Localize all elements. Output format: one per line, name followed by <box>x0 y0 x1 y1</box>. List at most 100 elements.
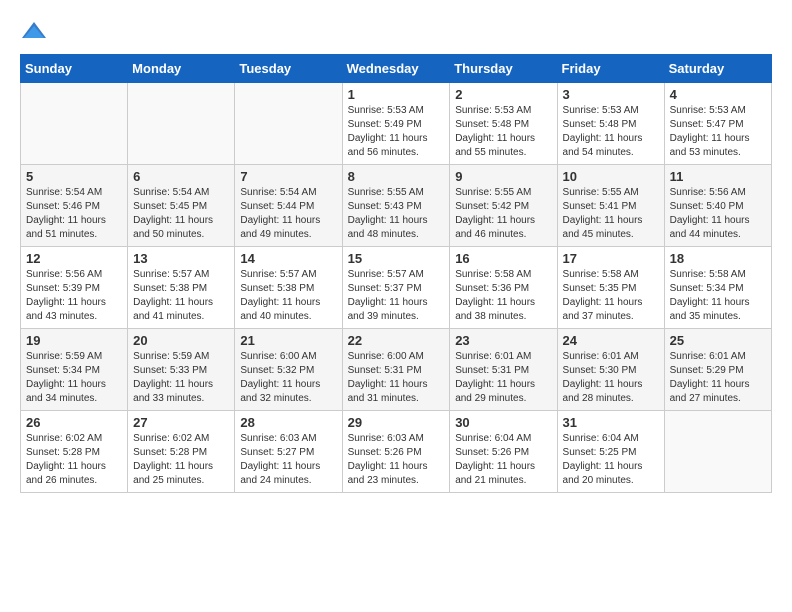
day-info: Sunrise: 6:02 AM Sunset: 5:28 PM Dayligh… <box>133 432 229 488</box>
calendar-cell: 14Sunrise: 5:57 AM Sunset: 5:38 PM Dayli… <box>235 247 342 329</box>
calendar-cell: 7Sunrise: 5:54 AM Sunset: 5:44 PM Daylig… <box>235 165 342 247</box>
calendar-week-row: 26 Sunrise: 6:02 AM Sunset: 5:28 PM Dayli… <box>21 411 772 493</box>
calendar-cell: 15 Sunrise: 5:57 AM Sunset: 5:37 PM Dayli… <box>342 247 450 329</box>
day-number: 15 <box>348 251 445 266</box>
calendar-week-row: 5 Sunrise: 5:54 AM Sunset: 5:46 PM Daylig… <box>21 165 772 247</box>
day-number: 31 <box>563 415 659 430</box>
calendar-cell: 29 Sunrise: 6:03 AM Sunset: 5:26 PM Dayli… <box>342 411 450 493</box>
calendar-cell <box>235 83 342 165</box>
day-number: 6 <box>133 169 229 184</box>
calendar-cell: 17Sunrise: 5:58 AM Sunset: 5:35 PM Dayli… <box>557 247 664 329</box>
day-number: 13 <box>133 251 229 266</box>
day-info: Sunrise: 6:02 AM Sunset: 5:28 PM Dayligh… <box>26 432 122 488</box>
day-number: 10 <box>563 169 659 184</box>
weekday-header: Friday <box>557 55 664 83</box>
day-info: Sunrise: 5:53 AM Sunset: 5:48 PM Dayligh… <box>455 104 551 160</box>
calendar-cell: 25 Sunrise: 6:01 AM Sunset: 5:29 PM Dayli… <box>664 329 771 411</box>
day-info: Sunrise: 5:57 AM Sunset: 5:37 PM Dayligh… <box>348 268 445 324</box>
calendar-cell: 9 Sunrise: 5:55 AM Sunset: 5:42 PM Daylig… <box>450 165 557 247</box>
day-number: 24 <box>563 333 659 348</box>
weekday-header-row: SundayMondayTuesdayWednesdayThursdayFrid… <box>21 55 772 83</box>
day-info: Sunrise: 5:59 AM Sunset: 5:33 PM Dayligh… <box>133 350 229 406</box>
day-info: Sunrise: 6:01 AM Sunset: 5:31 PM Dayligh… <box>455 350 551 406</box>
day-info: Sunrise: 5:54 AM Sunset: 5:46 PM Dayligh… <box>26 186 122 242</box>
day-number: 30 <box>455 415 551 430</box>
day-info: Sunrise: 5:55 AM Sunset: 5:42 PM Dayligh… <box>455 186 551 242</box>
calendar-cell <box>128 83 235 165</box>
day-info: Sunrise: 5:53 AM Sunset: 5:49 PM Dayligh… <box>348 104 445 160</box>
calendar-cell: 2 Sunrise: 5:53 AM Sunset: 5:48 PM Daylig… <box>450 83 557 165</box>
day-info: Sunrise: 5:55 AM Sunset: 5:43 PM Dayligh… <box>348 186 445 242</box>
day-number: 16 <box>455 251 551 266</box>
calendar-cell: 27 Sunrise: 6:02 AM Sunset: 5:28 PM Dayli… <box>128 411 235 493</box>
day-info: Sunrise: 6:01 AM Sunset: 5:29 PM Dayligh… <box>670 350 766 406</box>
day-number: 29 <box>348 415 445 430</box>
weekday-header: Wednesday <box>342 55 450 83</box>
day-number: 17 <box>563 251 659 266</box>
day-info: Sunrise: 6:03 AM Sunset: 5:26 PM Dayligh… <box>348 432 445 488</box>
day-info: Sunrise: 5:56 AM Sunset: 5:39 PM Dayligh… <box>26 268 122 324</box>
calendar-cell: 24Sunrise: 6:01 AM Sunset: 5:30 PM Dayli… <box>557 329 664 411</box>
calendar-cell: 6 Sunrise: 5:54 AM Sunset: 5:45 PM Daylig… <box>128 165 235 247</box>
weekday-header: Sunday <box>21 55 128 83</box>
calendar-cell: 31 Sunrise: 6:04 AM Sunset: 5:25 PM Dayli… <box>557 411 664 493</box>
day-number: 5 <box>26 169 122 184</box>
day-info: Sunrise: 6:00 AM Sunset: 5:32 PM Dayligh… <box>240 350 336 406</box>
day-number: 9 <box>455 169 551 184</box>
calendar-cell: 8 Sunrise: 5:55 AM Sunset: 5:43 PM Daylig… <box>342 165 450 247</box>
logo-icon <box>20 20 48 44</box>
day-number: 22 <box>348 333 445 348</box>
day-number: 14 <box>240 251 336 266</box>
logo <box>20 20 50 44</box>
day-number: 26 <box>26 415 122 430</box>
calendar-cell <box>21 83 128 165</box>
day-number: 18 <box>670 251 766 266</box>
calendar-cell: 1 Sunrise: 5:53 AM Sunset: 5:49 PM Daylig… <box>342 83 450 165</box>
day-number: 3 <box>563 87 659 102</box>
day-number: 23 <box>455 333 551 348</box>
day-number: 2 <box>455 87 551 102</box>
day-info: Sunrise: 6:04 AM Sunset: 5:26 PM Dayligh… <box>455 432 551 488</box>
calendar-cell: 10 Sunrise: 5:55 AM Sunset: 5:41 PM Dayli… <box>557 165 664 247</box>
day-info: Sunrise: 5:54 AM Sunset: 5:45 PM Dayligh… <box>133 186 229 242</box>
day-info: Sunrise: 5:55 AM Sunset: 5:41 PM Dayligh… <box>563 186 659 242</box>
weekday-header: Saturday <box>664 55 771 83</box>
calendar-cell: 18Sunrise: 5:58 AM Sunset: 5:34 PM Dayli… <box>664 247 771 329</box>
calendar-cell: 13Sunrise: 5:57 AM Sunset: 5:38 PM Dayli… <box>128 247 235 329</box>
calendar-cell: 30 Sunrise: 6:04 AM Sunset: 5:26 PM Dayli… <box>450 411 557 493</box>
day-number: 4 <box>670 87 766 102</box>
calendar-cell: 28Sunrise: 6:03 AM Sunset: 5:27 PM Dayli… <box>235 411 342 493</box>
weekday-header: Tuesday <box>235 55 342 83</box>
calendar-cell: 11 Sunrise: 5:56 AM Sunset: 5:40 PM Dayli… <box>664 165 771 247</box>
calendar-cell: 5 Sunrise: 5:54 AM Sunset: 5:46 PM Daylig… <box>21 165 128 247</box>
calendar-cell: 26 Sunrise: 6:02 AM Sunset: 5:28 PM Dayli… <box>21 411 128 493</box>
calendar-cell: 23 Sunrise: 6:01 AM Sunset: 5:31 PM Dayli… <box>450 329 557 411</box>
day-number: 28 <box>240 415 336 430</box>
calendar-week-row: 1 Sunrise: 5:53 AM Sunset: 5:49 PM Daylig… <box>21 83 772 165</box>
calendar-week-row: 19 Sunrise: 5:59 AM Sunset: 5:34 PM Dayli… <box>21 329 772 411</box>
calendar-cell: 19 Sunrise: 5:59 AM Sunset: 5:34 PM Dayli… <box>21 329 128 411</box>
day-info: Sunrise: 5:56 AM Sunset: 5:40 PM Dayligh… <box>670 186 766 242</box>
calendar-cell: 20Sunrise: 5:59 AM Sunset: 5:33 PM Dayli… <box>128 329 235 411</box>
day-number: 12 <box>26 251 122 266</box>
day-info: Sunrise: 5:53 AM Sunset: 5:48 PM Dayligh… <box>563 104 659 160</box>
calendar-cell: 22 Sunrise: 6:00 AM Sunset: 5:31 PM Dayli… <box>342 329 450 411</box>
day-info: Sunrise: 6:00 AM Sunset: 5:31 PM Dayligh… <box>348 350 445 406</box>
day-info: Sunrise: 6:04 AM Sunset: 5:25 PM Dayligh… <box>563 432 659 488</box>
page-header <box>20 20 772 44</box>
calendar-cell: 21Sunrise: 6:00 AM Sunset: 5:32 PM Dayli… <box>235 329 342 411</box>
calendar-cell: 16Sunrise: 5:58 AM Sunset: 5:36 PM Dayli… <box>450 247 557 329</box>
calendar-cell: 4Sunrise: 5:53 AM Sunset: 5:47 PM Daylig… <box>664 83 771 165</box>
day-info: Sunrise: 5:59 AM Sunset: 5:34 PM Dayligh… <box>26 350 122 406</box>
day-number: 19 <box>26 333 122 348</box>
day-number: 25 <box>670 333 766 348</box>
calendar-cell <box>664 411 771 493</box>
calendar-week-row: 12 Sunrise: 5:56 AM Sunset: 5:39 PM Dayli… <box>21 247 772 329</box>
calendar-cell: 12 Sunrise: 5:56 AM Sunset: 5:39 PM Dayli… <box>21 247 128 329</box>
day-info: Sunrise: 5:54 AM Sunset: 5:44 PM Dayligh… <box>240 186 336 242</box>
day-number: 1 <box>348 87 445 102</box>
day-number: 27 <box>133 415 229 430</box>
calendar-table: SundayMondayTuesdayWednesdayThursdayFrid… <box>20 54 772 493</box>
day-number: 11 <box>670 169 766 184</box>
day-number: 8 <box>348 169 445 184</box>
